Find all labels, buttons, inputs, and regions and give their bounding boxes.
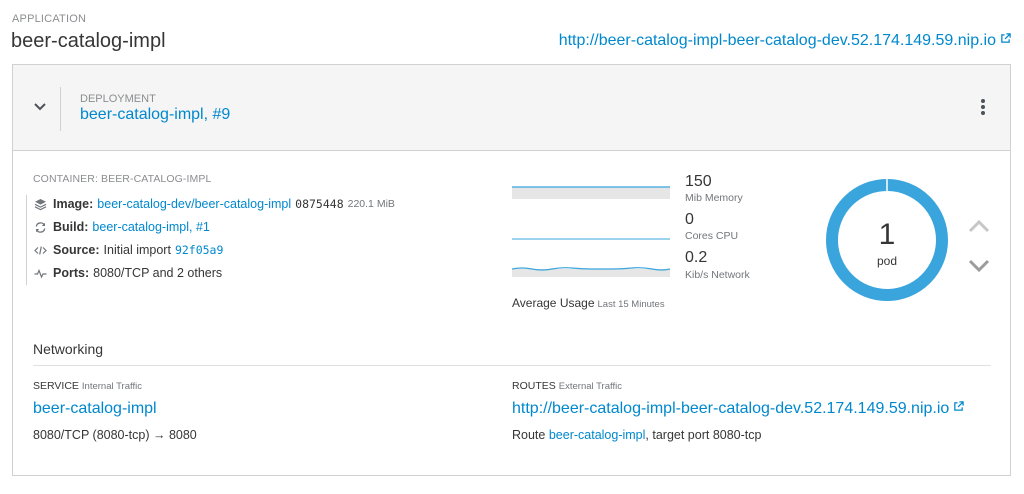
service-ports: 8080/TCP (8080-tcp) → 8080	[33, 428, 197, 442]
average-usage: Average Usage Last 15 Minutes	[512, 296, 665, 310]
route-description: Route beer-catalog-impl, target port 808…	[512, 428, 761, 442]
source-line: Source: Initial import 92f05a9	[33, 240, 223, 260]
container-label: CONTAINER: BEER-CATALOG-IMPL	[33, 173, 212, 185]
average-usage-label: Average Usage	[512, 296, 595, 310]
service-label-text: SERVICE	[33, 380, 79, 392]
route-desc-suffix: , target port 8080-tcp	[645, 428, 762, 442]
code-icon	[33, 243, 47, 257]
chevron-down-icon	[34, 103, 46, 111]
ports-line: Ports: 8080/TCP and 2 others	[33, 263, 222, 283]
networking-title: Networking	[33, 341, 104, 357]
deployment-header[interactable]: DEPLOYMENT beer-catalog-impl, #9	[13, 65, 1010, 151]
cpu-sparkline	[512, 238, 670, 240]
routes-label-text: ROUTES	[512, 380, 556, 392]
ports-key: Ports:	[53, 266, 90, 280]
source-commit-link[interactable]: 92f05a9	[175, 243, 223, 257]
build-key: Build:	[53, 220, 89, 234]
service-name-link[interactable]: beer-catalog-impl	[33, 400, 157, 418]
build-line: Build: beer-catalog-impl, #1	[33, 217, 210, 237]
memory-value: 150	[685, 173, 712, 190]
cpu-value: 0	[685, 211, 694, 228]
average-usage-period: Last 15 Minutes	[597, 299, 665, 310]
external-link-icon	[1001, 33, 1011, 43]
application-name: beer-catalog-impl	[11, 30, 166, 52]
route-url-text: http://beer-catalog-impl-beer-catalog-de…	[512, 400, 950, 417]
service-label: SERVICE Internal Traffic	[33, 380, 142, 392]
network-value: 0.2	[685, 249, 708, 266]
image-key: Image:	[53, 197, 94, 211]
header-divider	[60, 87, 61, 131]
networking-divider	[33, 365, 991, 366]
deployment-panel: DEPLOYMENT beer-catalog-impl, #9 CONTAIN…	[12, 64, 1011, 476]
source-key: Source:	[53, 243, 100, 257]
route-service-link[interactable]: beer-catalog-impl	[549, 428, 646, 442]
scale-up-chevron-up-icon[interactable]	[968, 219, 990, 233]
pod-count: 1	[878, 218, 896, 251]
container-details-border	[26, 195, 27, 285]
image-hash: 0875448	[295, 197, 344, 211]
route-url-link[interactable]: http://beer-catalog-impl-beer-catalog-de…	[512, 400, 965, 418]
source-text: Initial import	[103, 243, 171, 257]
refresh-icon	[33, 220, 47, 234]
kebab-menu-icon[interactable]	[978, 99, 988, 117]
layers-icon	[33, 197, 47, 211]
image-size: 220.1 MiB	[347, 198, 395, 210]
scale-down-chevron-down-icon[interactable]	[968, 259, 990, 273]
network-label: Kib/s Network	[685, 269, 750, 281]
pod-label: pod	[876, 254, 898, 268]
deployment-name-link[interactable]: beer-catalog-impl, #9	[80, 106, 230, 124]
pulse-icon	[33, 266, 47, 280]
ports-text: 8080/TCP and 2 others	[93, 266, 223, 280]
cpu-label: Cores CPU	[685, 230, 739, 242]
application-label: APPLICATION	[12, 13, 87, 25]
memory-label: Mib Memory	[685, 192, 743, 204]
routes-sublabel: External Traffic	[558, 381, 622, 392]
network-sparkline	[512, 267, 670, 277]
application-url-text: http://beer-catalog-impl-beer-catalog-de…	[558, 32, 996, 49]
application-url-link[interactable]: http://beer-catalog-impl-beer-catalog-de…	[559, 32, 1011, 50]
routes-label: ROUTES External Traffic	[512, 380, 622, 392]
memory-sparkline	[512, 186, 670, 199]
expand-toggle[interactable]	[29, 97, 51, 117]
build-link[interactable]: beer-catalog-impl, #1	[92, 220, 209, 234]
deployment-label: DEPLOYMENT	[80, 93, 156, 105]
image-line: Image: beer-catalog-dev/beer-catalog-imp…	[33, 194, 395, 214]
external-link-icon	[954, 401, 965, 411]
route-desc-prefix: Route	[512, 428, 546, 442]
image-link[interactable]: beer-catalog-dev/beer-catalog-impl	[97, 197, 291, 211]
service-sublabel: Internal Traffic	[81, 381, 142, 392]
